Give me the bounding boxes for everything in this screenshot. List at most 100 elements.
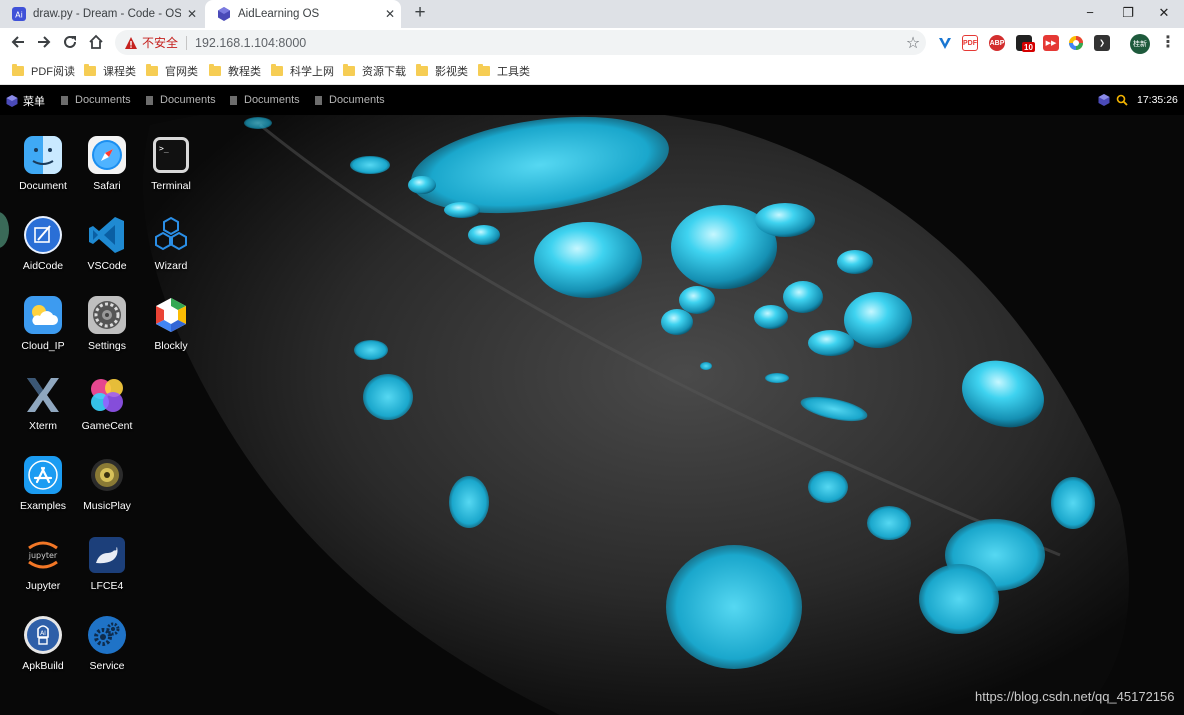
desktop-icon-gamecenter[interactable]: GameCent xyxy=(75,375,139,432)
aidlearning-tray-icon[interactable] xyxy=(1098,94,1110,106)
speaker-icon xyxy=(91,459,123,491)
color-wheel-extension-icon[interactable] xyxy=(1068,35,1084,51)
icon-label: LFCE4 xyxy=(90,580,124,592)
back-arrow-icon[interactable] xyxy=(7,31,29,53)
tab-title: AidLearning OS xyxy=(238,8,320,20)
forward-arrow-icon[interactable] xyxy=(33,31,55,53)
more-menu-icon[interactable]: ⋮ xyxy=(1160,33,1176,53)
omnibox-divider xyxy=(186,35,188,50)
dream-code-favicon-icon: Ai xyxy=(12,7,26,21)
folder-icon xyxy=(84,64,96,76)
safari-icon xyxy=(88,136,126,174)
icon-label: AidCode xyxy=(22,260,64,272)
icon-label: Blockly xyxy=(154,340,188,352)
tab-title: draw.py - Dream - Code - OS xyxy=(33,8,181,20)
document-icon xyxy=(146,95,153,105)
minimize-icon[interactable]: − xyxy=(1070,0,1110,28)
desktop-icon-examples[interactable]: Examples xyxy=(11,455,75,512)
blockly-icon xyxy=(156,298,186,332)
desktop-icon-blockly[interactable]: Blockly xyxy=(139,295,203,352)
icon-label: Xterm xyxy=(28,420,57,432)
bookmarks-bar: PDF阅读 课程类 官网类 教程类 科学上网 资源下载 影视类 工具类 xyxy=(0,57,1184,85)
bookmark-star-icon[interactable]: ☆ xyxy=(900,33,926,53)
profile-avatar[interactable]: 桂新 xyxy=(1130,34,1150,54)
icon-label: MusicPlay xyxy=(83,500,131,512)
home-icon[interactable] xyxy=(85,31,107,53)
icon-label: Examples xyxy=(19,500,67,512)
icon-label: ApkBuild xyxy=(22,660,64,672)
bookmark-folder[interactable]: PDF阅读 xyxy=(12,63,75,79)
jupyter-icon: jupyter xyxy=(28,541,58,569)
bookmark-folder[interactable]: 工具类 xyxy=(478,63,530,79)
cloud-weather-icon xyxy=(24,296,62,334)
icon-label: Cloud_IP xyxy=(21,340,65,352)
document-icon xyxy=(230,95,237,105)
close-tab-icon[interactable]: ✕ xyxy=(379,7,401,21)
desktop-top-panel: 菜单 Documents Documents Documents Documen… xyxy=(0,85,1184,115)
desktop-icon-xterm[interactable]: Xterm xyxy=(11,375,75,432)
desktop-icon-wizard[interactable]: Wizard xyxy=(139,215,203,272)
desktop-icon-service[interactable]: Service xyxy=(75,615,139,672)
restore-icon[interactable]: ❐ xyxy=(1108,0,1148,28)
taskbar-label: Documents xyxy=(75,94,131,106)
new-tab-icon[interactable]: + xyxy=(410,3,430,24)
folder-icon xyxy=(271,64,283,76)
svg-text:jupyter: jupyter xyxy=(28,551,58,560)
bookmark-folder[interactable]: 资源下载 xyxy=(343,63,406,79)
terminal-extension-icon[interactable]: ❯ xyxy=(1094,35,1110,51)
start-menu-button[interactable]: 菜单 xyxy=(6,93,45,109)
desktop-icon-safari[interactable]: Safari xyxy=(75,135,139,192)
extension-badge: 10 xyxy=(1022,42,1035,52)
bookmark-folder[interactable]: 官网类 xyxy=(146,63,198,79)
taskbar-item[interactable]: Documents xyxy=(230,94,300,106)
vpn-extension-icon[interactable] xyxy=(937,35,953,51)
icon-label: Service xyxy=(89,660,125,672)
close-tab-icon[interactable]: ✕ xyxy=(181,7,203,21)
desktop-icon-lfce4[interactable]: LFCE4 xyxy=(75,535,139,592)
desktop-icon-apkbuild[interactable]: AI ApkBuild xyxy=(11,615,75,672)
svg-text:>_: >_ xyxy=(159,144,169,153)
adblock-plus-icon[interactable]: ABP xyxy=(989,35,1005,51)
window-close-icon[interactable]: ✕ xyxy=(1144,0,1184,28)
address-bar[interactable]: 不安全 192.168.1.104:8000 ☆ xyxy=(115,30,926,55)
tab-aidlearning-os[interactable]: AidLearning OS ✕ xyxy=(205,0,401,28)
folder-icon xyxy=(209,64,221,76)
desktop-icon-terminal[interactable]: >_ Terminal xyxy=(139,135,203,192)
bookmark-folder[interactable]: 科学上网 xyxy=(271,63,334,79)
url-text[interactable]: 192.168.1.104:8000 xyxy=(195,36,900,50)
bookmark-folder[interactable]: 课程类 xyxy=(84,63,136,79)
desktop-icon-jupyter[interactable]: jupyter Jupyter xyxy=(11,535,75,592)
warning-triangle-icon[interactable] xyxy=(124,36,138,50)
aidcode-icon xyxy=(24,216,62,254)
icon-label: Jupyter xyxy=(25,580,61,592)
search-icon[interactable] xyxy=(1116,94,1128,106)
svg-text:AI: AI xyxy=(40,630,46,637)
aidlearning-logo-icon xyxy=(6,95,18,107)
desktop-icon-cloud-ip[interactable]: Cloud_IP xyxy=(11,295,75,352)
not-secure-label[interactable]: 不安全 xyxy=(142,34,178,51)
svg-text:Ai: Ai xyxy=(15,11,23,20)
terminal-icon: >_ xyxy=(153,137,189,173)
taskbar-item[interactable]: Documents xyxy=(146,94,216,106)
vscode-icon xyxy=(89,217,124,253)
icon-label: Wizard xyxy=(154,260,188,272)
bookmark-label: 教程类 xyxy=(228,66,261,78)
reload-icon[interactable] xyxy=(59,31,81,53)
bookmark-label: 课程类 xyxy=(103,66,136,78)
desktop-icon-settings[interactable]: Settings xyxy=(75,295,139,352)
apk-build-icon: AI xyxy=(24,616,62,654)
bookmark-folder[interactable]: 影视类 xyxy=(416,63,468,79)
bookmark-folder[interactable]: 教程类 xyxy=(209,63,261,79)
document-icon xyxy=(315,95,322,105)
desktop-icon-document[interactable]: Document xyxy=(11,135,75,192)
tab-draw-py[interactable]: Ai draw.py - Dream - Code - OS ✕ xyxy=(0,0,203,28)
media-extension-icon[interactable]: ▶▶ xyxy=(1043,35,1059,51)
desktop-icon-musicplay[interactable]: MusicPlay xyxy=(75,455,139,512)
desktop-icon-aidcode[interactable]: AidCode xyxy=(11,215,75,272)
pdf-extension-icon[interactable]: PDF xyxy=(962,35,978,51)
taskbar-item[interactable]: Documents xyxy=(61,94,131,106)
aidlearning-desktop[interactable]: 菜单 Documents Documents Documents Documen… xyxy=(0,85,1184,715)
taskbar-item[interactable]: Documents xyxy=(315,94,385,106)
service-gears-icon xyxy=(88,616,126,654)
desktop-icon-vscode[interactable]: VSCode xyxy=(75,215,139,272)
